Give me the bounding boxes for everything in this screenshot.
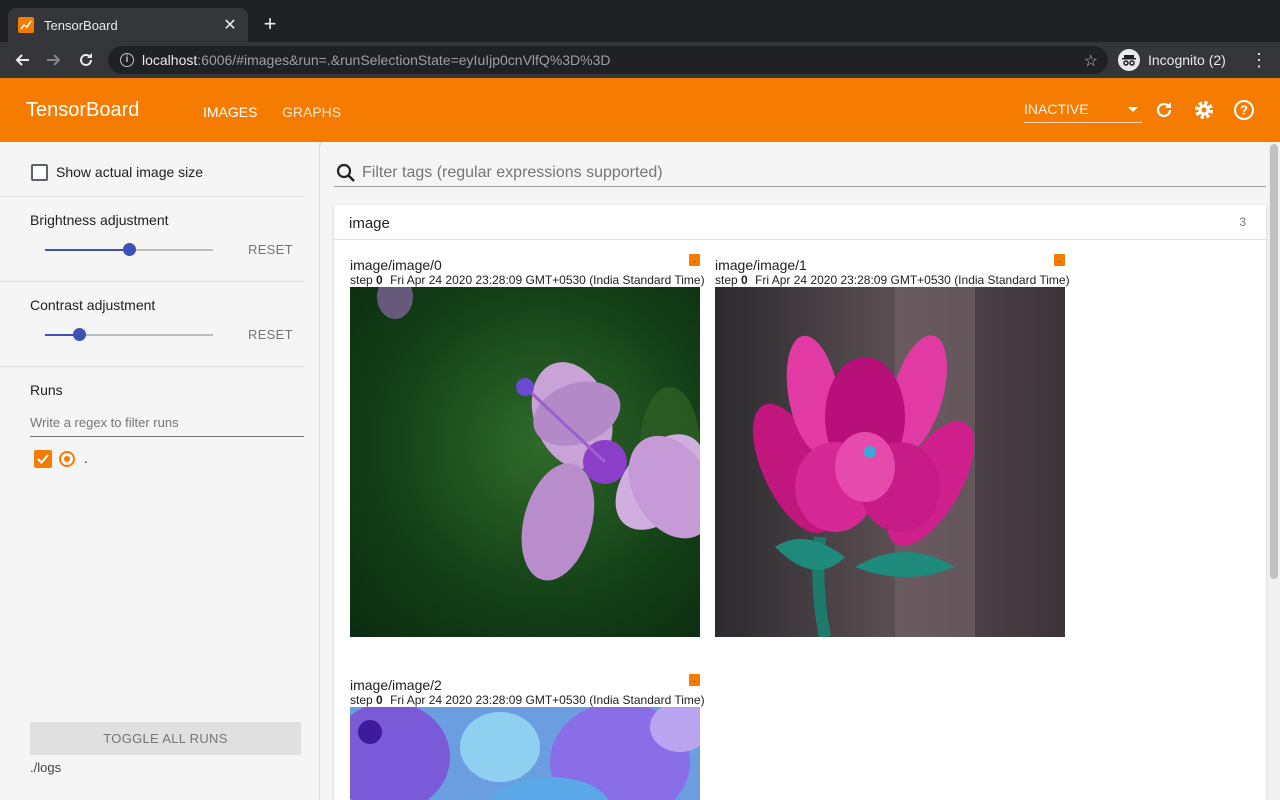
tensorboard-header: TensorBoard IMAGES GRAPHS INACTIVE ? bbox=[0, 78, 1280, 146]
image-category-card: image 3 image/image/0 . step 0 Fri Apr 2… bbox=[334, 205, 1266, 800]
settings-icon[interactable] bbox=[1192, 98, 1216, 122]
tag-filter-input[interactable]: Filter tags (regular expressions support… bbox=[334, 160, 1266, 187]
step-value: 0 bbox=[741, 273, 748, 287]
back-icon[interactable] bbox=[10, 48, 34, 72]
browser-menu-icon[interactable]: ⋮ bbox=[1250, 48, 1268, 72]
browser-toolbar: i localhost:6006/#images&run=.&runSelect… bbox=[0, 42, 1280, 78]
tensorboard-favicon-icon bbox=[18, 17, 34, 33]
image-timestamp: Fri Apr 24 2020 23:28:09 GMT+0530 (India… bbox=[390, 693, 705, 707]
brightness-section: Brightness adjustment RESET bbox=[0, 197, 304, 282]
url-path: :6006/#images&run=.&runSelectionState=ey… bbox=[197, 52, 611, 68]
image-timestamp: Fri Apr 24 2020 23:28:09 GMT+0530 (India… bbox=[755, 273, 1070, 287]
image-tag: image/image/0 bbox=[350, 257, 442, 273]
brightness-slider-knob[interactable] bbox=[123, 243, 136, 256]
step-value: 0 bbox=[376, 693, 383, 707]
dropdown-caret-icon bbox=[1128, 107, 1138, 112]
tag-filter-placeholder: Filter tags (regular expressions support… bbox=[362, 164, 663, 181]
run-color-radio[interactable] bbox=[59, 451, 75, 467]
scrollbar-thumb[interactable] bbox=[1270, 144, 1278, 579]
contrast-reset-button[interactable]: RESET bbox=[248, 327, 293, 342]
run-badge: . bbox=[1054, 254, 1065, 266]
image-step-info: step 0 Fri Apr 24 2020 23:28:09 GMT+0530… bbox=[350, 693, 705, 707]
incognito-label: Incognito (2) bbox=[1148, 52, 1226, 68]
address-bar[interactable]: i localhost:6006/#images&run=.&runSelect… bbox=[108, 46, 1108, 74]
brightness-slider-fill bbox=[45, 249, 129, 251]
incognito-icon bbox=[1118, 49, 1140, 71]
image-tag: image/image/2 bbox=[350, 677, 442, 693]
step-label: step bbox=[350, 693, 373, 707]
contrast-slider-knob[interactable] bbox=[72, 328, 86, 341]
sidebar: Show actual image size Brightness adjust… bbox=[0, 142, 320, 800]
forward-icon[interactable] bbox=[42, 48, 66, 72]
browser-tab[interactable]: TensorBoard ✕ bbox=[8, 8, 248, 42]
image-blue-flowers[interactable] bbox=[350, 707, 700, 800]
svg-text:?: ? bbox=[1240, 103, 1248, 118]
contrast-section: Contrast adjustment RESET bbox=[0, 282, 304, 367]
show-actual-size-checkbox[interactable] bbox=[31, 164, 48, 181]
image-step-info: step 0 Fri Apr 24 2020 23:28:09 GMT+0530… bbox=[350, 273, 705, 287]
browser-tab-title: TensorBoard bbox=[44, 17, 118, 33]
step-label: step bbox=[715, 273, 738, 287]
step-value: 0 bbox=[376, 273, 383, 287]
browser-tab-bar: TensorBoard ✕ + bbox=[0, 0, 1280, 42]
help-icon[interactable]: ? bbox=[1232, 98, 1256, 122]
contrast-slider[interactable] bbox=[45, 328, 213, 341]
show-actual-size-label: Show actual image size bbox=[56, 164, 204, 180]
toggle-all-runs-button[interactable]: TOGGLE ALL RUNS bbox=[30, 722, 301, 755]
close-tab-icon[interactable]: ✕ bbox=[222, 15, 238, 35]
image-lotus[interactable] bbox=[715, 287, 1065, 637]
run-badge: . bbox=[689, 254, 700, 266]
image-timestamp: Fri Apr 24 2020 23:28:09 GMT+0530 (India… bbox=[390, 273, 705, 287]
refresh-icon[interactable] bbox=[1152, 98, 1176, 122]
inactive-select-value: INACTIVE bbox=[1024, 101, 1089, 117]
page-scrollbar[interactable] bbox=[1268, 142, 1280, 800]
incognito-profile[interactable]: Incognito (2) bbox=[1118, 48, 1226, 72]
bookmark-star-icon[interactable]: ☆ bbox=[1084, 51, 1098, 71]
reload-icon[interactable] bbox=[74, 48, 98, 72]
tab-graphs[interactable]: GRAPHS bbox=[282, 104, 341, 120]
image-panel: image/image/2 . step 0 Fri Apr 24 2020 2… bbox=[350, 674, 705, 800]
card-title: image bbox=[349, 215, 390, 232]
app-title: TensorBoard bbox=[26, 99, 140, 121]
new-tab-icon[interactable]: + bbox=[258, 12, 282, 36]
image-hibiscus[interactable] bbox=[350, 287, 700, 637]
run-badge: . bbox=[689, 674, 700, 686]
tab-images[interactable]: IMAGES bbox=[203, 104, 258, 146]
main-content: Filter tags (regular expressions support… bbox=[321, 142, 1268, 800]
brightness-slider[interactable] bbox=[45, 243, 213, 256]
contrast-label: Contrast adjustment bbox=[30, 297, 156, 313]
step-label: step bbox=[350, 273, 373, 287]
site-info-icon[interactable]: i bbox=[120, 53, 134, 67]
runs-label: Runs bbox=[30, 382, 63, 398]
brightness-label: Brightness adjustment bbox=[30, 212, 169, 228]
url-host: localhost bbox=[142, 52, 198, 68]
image-panel: image/image/1 . step 0 Fri Apr 24 2020 2… bbox=[715, 254, 1070, 637]
brightness-reset-button[interactable]: RESET bbox=[248, 242, 293, 257]
image-tag: image/image/1 bbox=[715, 257, 807, 273]
inactive-dashboards-select[interactable]: INACTIVE bbox=[1024, 101, 1142, 123]
image-step-info: step 0 Fri Apr 24 2020 23:28:09 GMT+0530… bbox=[715, 273, 1070, 287]
logdir-label: ./logs bbox=[30, 760, 62, 775]
search-icon bbox=[336, 163, 355, 182]
run-checkbox[interactable] bbox=[34, 450, 52, 468]
runs-filter-input[interactable]: Write a regex to filter runs bbox=[30, 415, 304, 437]
card-count: 3 bbox=[1239, 215, 1246, 229]
run-name: . bbox=[84, 450, 88, 466]
image-size-section: Show actual image size bbox=[0, 142, 304, 197]
card-header[interactable]: image 3 bbox=[334, 205, 1266, 240]
image-panel: image/image/0 . step 0 Fri Apr 24 2020 2… bbox=[350, 254, 705, 637]
